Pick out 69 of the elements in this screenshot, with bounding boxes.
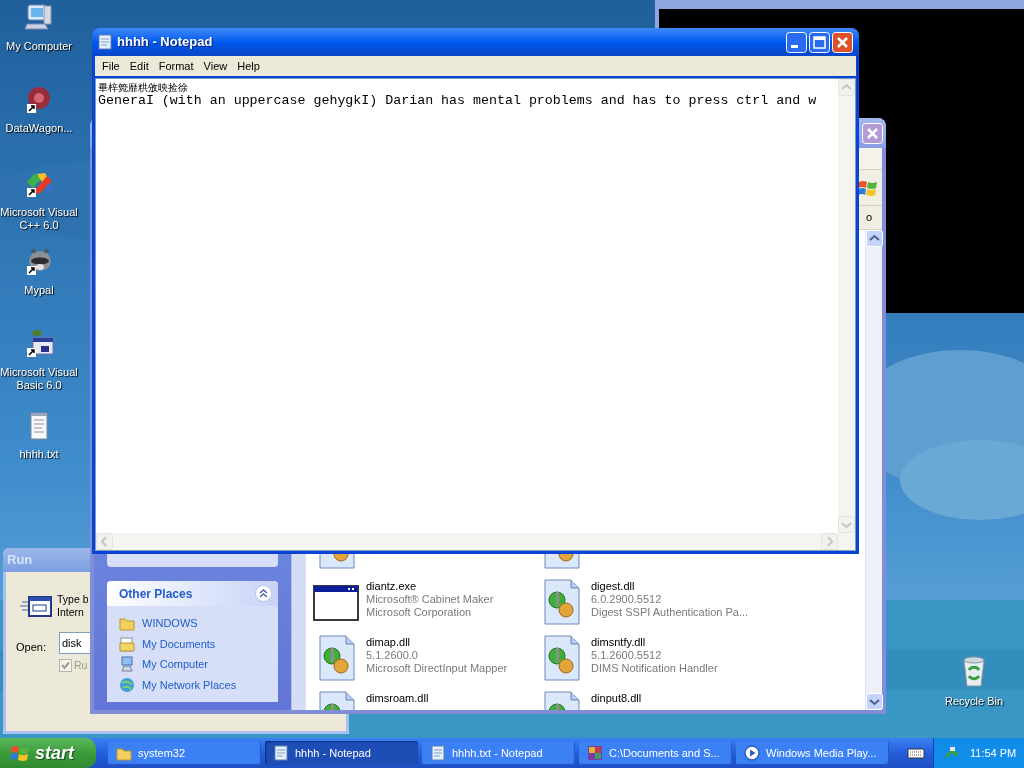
menu-item[interactable]: File <box>97 57 125 75</box>
windows-logo-icon <box>10 744 30 762</box>
go-button-text[interactable]: o <box>865 209 872 226</box>
file-description: DIMS Notification Handler <box>591 662 718 675</box>
place-link[interactable]: My Computer <box>142 656 209 673</box>
desktop-icon-label[interactable]: DataWagon... <box>0 122 79 135</box>
file-version: 6.0.2900.5512 <box>591 593 663 606</box>
folder-icon <box>119 615 135 632</box>
notepad-icon <box>98 34 112 50</box>
minimize-icon[interactable] <box>786 31 807 53</box>
desktop-icon-label[interactable]: hhhh.txt <box>0 448 79 461</box>
taskbar-button[interactable]: hhhh.txt - Notepad <box>422 741 575 765</box>
place-link[interactable]: My Network Places <box>142 676 237 693</box>
menu-item[interactable]: Help <box>232 57 265 75</box>
taskbar-button[interactable]: C:\Documents and S... <box>579 741 732 765</box>
text-line: GeneraI (with an uppercase gehygkI) Darian has mental problems and has to press ctrl and w <box>98 93 818 109</box>
description-text: Type b <box>57 593 89 606</box>
text-line: 畢梓箢靡粠攽映捡徐 <box>98 82 189 93</box>
media-player-icon <box>744 745 760 761</box>
close-icon[interactable] <box>832 31 853 53</box>
image-icon <box>587 745 603 761</box>
taskbar-button[interactable]: system32 <box>108 741 261 765</box>
file-description: Digest SSPI Authentication Pa... <box>591 606 749 619</box>
desktop-icon-label[interactable]: Microsoft Visual Basic 6.0 <box>0 366 79 392</box>
file-description: Microsoft Corporation <box>366 606 473 619</box>
desktop-icon-label[interactable]: Mypal <box>0 284 79 297</box>
file-version: 5.1.2600.0 <box>366 649 419 662</box>
desktop-icon-label[interactable]: My Computer <box>0 40 79 53</box>
window-title: hhhh - Notepad <box>117 33 214 52</box>
open-field[interactable]: disk <box>59 632 90 654</box>
network-tray-icon[interactable] <box>944 745 960 761</box>
notepad-icon <box>430 745 446 761</box>
windows-logo-icon <box>858 178 878 197</box>
close-icon[interactable] <box>862 122 883 144</box>
open-label: Open: <box>16 640 46 655</box>
file-version: 5.1.2600.5512 <box>591 649 663 662</box>
collapse-icon[interactable] <box>255 585 272 602</box>
panel-title: Other Places <box>119 585 193 603</box>
file-name[interactable]: dinput8.dll <box>591 692 642 705</box>
file-name[interactable]: dimsroam.dll <box>366 692 429 705</box>
place-link[interactable]: My Documents <box>142 635 216 652</box>
network-icon <box>119 676 135 693</box>
desktop-icon-label[interactable]: Microsoft Visual C++ 6.0 <box>0 206 79 232</box>
menu-item[interactable]: Format <box>153 57 199 75</box>
file-name[interactable]: digest.dll <box>591 580 749 593</box>
window-title: Run <box>7 551 33 570</box>
description-text: Intern <box>57 606 85 619</box>
documents-icon <box>119 635 135 652</box>
desktop-icon-label[interactable]: Recycle Bin <box>944 695 1004 708</box>
file-name[interactable]: dimsntfy.dll <box>591 636 718 649</box>
run-icon <box>20 594 52 620</box>
checkbox-label: Ru <box>74 658 88 673</box>
file-name[interactable]: diantz.exe <box>366 580 494 593</box>
keyboard-icon[interactable] <box>907 746 925 760</box>
file-version: Microsoft® Cabinet Maker <box>366 593 494 606</box>
menu-item[interactable]: Edit <box>124 57 154 75</box>
place-link[interactable]: WINDOWS <box>142 615 198 632</box>
folder-icon <box>116 745 132 761</box>
notepad-icon <box>273 745 289 761</box>
taskbar-button[interactable]: Windows Media Play... <box>736 741 889 765</box>
file-name[interactable]: dimap.dll <box>366 636 508 649</box>
taskbar-button[interactable]: hhhh - Notepad <box>265 741 418 765</box>
computer-icon <box>119 656 135 673</box>
menu-item[interactable]: View <box>198 57 233 75</box>
start-button[interactable]: start <box>0 738 96 768</box>
field-value: disk <box>62 635 82 651</box>
clock[interactable]: 11:54 PM <box>970 744 1017 762</box>
maximize-icon[interactable] <box>809 31 830 53</box>
file-description: Microsoft DirectInput Mapper <box>366 662 508 675</box>
